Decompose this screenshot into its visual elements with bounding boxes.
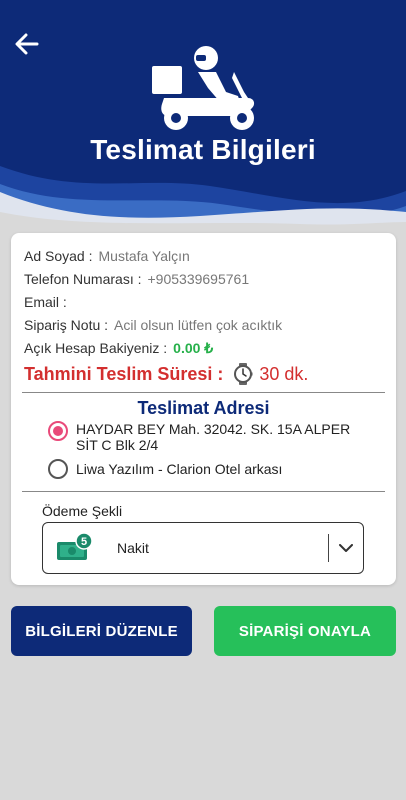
divider — [22, 491, 385, 492]
radio-unselected[interactable] — [48, 459, 68, 479]
name-row: Ad Soyad : Mustafa Yalçın — [24, 248, 190, 264]
phone-label: Telefon Numarası : — [24, 271, 142, 287]
address-option-label: Liwa Yazılım - Clarion Otel arkası — [76, 461, 283, 477]
note-value: Acil olsun lütfen çok acıktık — [114, 317, 283, 333]
name-value: Mustafa Yalçın — [98, 248, 190, 264]
divider — [22, 392, 385, 393]
wristwatch-icon — [233, 363, 253, 385]
radio-selected[interactable] — [48, 421, 68, 441]
chevron-down-icon[interactable] — [329, 543, 363, 553]
phone-row: Telefon Numarası : +905339695761 — [24, 271, 249, 287]
email-label: Email : — [24, 294, 67, 310]
balance-label: Açık Hesap Bakiyeniz : — [24, 340, 168, 356]
email-row: Email : — [24, 294, 73, 310]
page-title: Teslimat Bilgileri — [90, 134, 316, 165]
header: Teslimat Bilgileri — [0, 16, 406, 230]
address-title: Teslimat Adresi — [137, 398, 270, 418]
cash-badge: 5 — [81, 536, 87, 548]
balance-row: Açık Hesap Bakiyeniz : 0.00 ₺ — [24, 340, 213, 357]
back-button[interactable] — [10, 30, 44, 58]
payment-selected-value: Nakit — [117, 540, 149, 556]
delivery-courier-icon — [152, 46, 255, 130]
note-label: Sipariş Notu : — [24, 317, 109, 333]
eta-label: Tahmini Teslim Süresi : — [24, 363, 224, 384]
status-bar — [0, 0, 406, 16]
confirm-order-button[interactable]: SİPARİŞİ ONAYLA — [214, 606, 396, 656]
balance-value: 0.00 ₺ — [173, 340, 214, 356]
name-label: Ad Soyad : — [24, 248, 93, 264]
eta-value: 30 dk. — [259, 363, 309, 384]
address-option-label: HAYDAR BEY Mah. 32042. SK. 15A ALPER SİT… — [76, 421, 351, 453]
arrow-left-icon — [15, 33, 39, 55]
note-row: Sipariş Notu : Acil olsun lütfen çok acık… — [24, 317, 282, 333]
order-info-card: Ad Soyad : Mustafa Yalçın Telefon Numaras… — [11, 233, 396, 585]
address-option-1[interactable]: HAYDAR BEY Mah. 32042. SK. 15A ALPER SİT… — [48, 421, 366, 453]
address-option-2[interactable]: Liwa Yazılım - Clarion Otel arkası — [48, 459, 366, 479]
cash-icon: 5 — [55, 532, 95, 564]
phone-value: +905339695761 — [147, 271, 250, 287]
payment-label: Ödeme Şekli — [42, 503, 123, 519]
edit-info-button[interactable]: BİLGİLERİ DÜZENLE — [11, 606, 192, 656]
payment-method-select[interactable]: 5 Nakit — [42, 522, 364, 574]
delivery-eta: Tahmini Teslim Süresi : 30 dk. — [24, 363, 308, 385]
